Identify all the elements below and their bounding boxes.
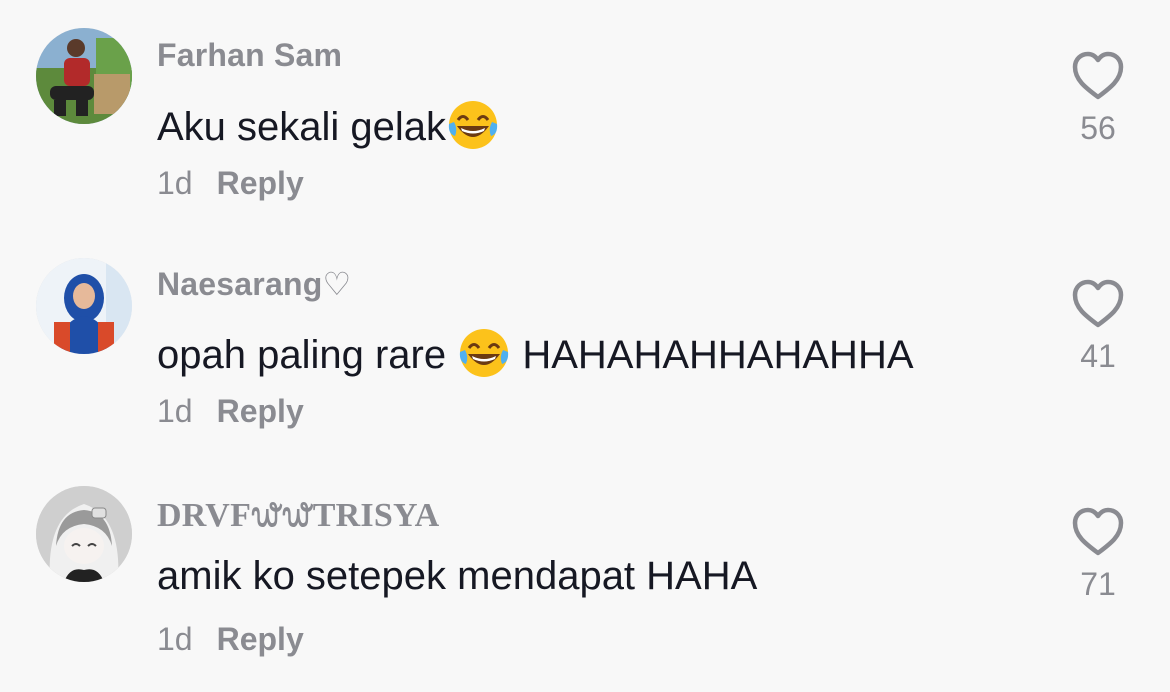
face-with-tears-of-joy-icon bbox=[448, 101, 498, 149]
heart-outline-icon[interactable] bbox=[1070, 506, 1126, 558]
comment-item: Naesarang♡ opah paling rare HAHAHAHHAHAH… bbox=[0, 228, 1170, 456]
like-group: 41 bbox=[1066, 278, 1130, 375]
comment-meta: 1d Reply bbox=[157, 621, 304, 658]
avatar[interactable] bbox=[36, 486, 132, 582]
comment-text: amik ko setepek mendapat HAHA bbox=[157, 554, 757, 599]
heart-outline-icon[interactable] bbox=[1070, 50, 1126, 102]
comment-text-part: Aku sekali gelak bbox=[157, 105, 447, 149]
like-count: 71 bbox=[1080, 566, 1116, 602]
comment-time: 1d bbox=[157, 165, 193, 201]
like-group: 56 bbox=[1066, 50, 1130, 147]
comment-meta: 1d Reply bbox=[157, 165, 304, 202]
avatar[interactable] bbox=[36, 258, 132, 354]
reply-button[interactable]: Reply bbox=[217, 393, 304, 429]
comment-text-part: HAHAHAHHAHAHHA bbox=[511, 333, 914, 377]
comment-time: 1d bbox=[157, 393, 193, 429]
avatar[interactable] bbox=[36, 28, 132, 124]
face-with-tears-of-joy-icon bbox=[460, 329, 509, 377]
comment-username[interactable]: DRVF᭙᭙TRISYA bbox=[157, 490, 439, 551]
reply-button[interactable]: Reply bbox=[217, 621, 304, 657]
heart-outline-icon[interactable] bbox=[1070, 278, 1126, 330]
like-count: 56 bbox=[1080, 110, 1116, 146]
comment-item: DRVF᭙᭙TRISYA amik ko setepek mendapat HA… bbox=[0, 456, 1170, 684]
reply-button[interactable]: Reply bbox=[217, 165, 304, 201]
comment-item: Farhan Sam Aku sekali gelak 1d Reply 56 bbox=[0, 0, 1170, 228]
comment-text: opah paling rare HAHAHAHHAHAHHA bbox=[157, 326, 914, 380]
comment-username[interactable]: Farhan Sam bbox=[157, 37, 342, 74]
comment-time: 1d bbox=[157, 621, 193, 657]
like-count: 41 bbox=[1080, 338, 1116, 374]
comment-username[interactable]: Naesarang♡ bbox=[157, 265, 351, 303]
comment-meta: 1d Reply bbox=[157, 393, 304, 430]
comment-text-part: amik ko setepek mendapat HAHA bbox=[157, 554, 758, 598]
comment-text-part: opah paling rare bbox=[157, 333, 458, 377]
like-group: 71 bbox=[1066, 506, 1130, 603]
comment-text: Aku sekali gelak bbox=[157, 98, 500, 152]
